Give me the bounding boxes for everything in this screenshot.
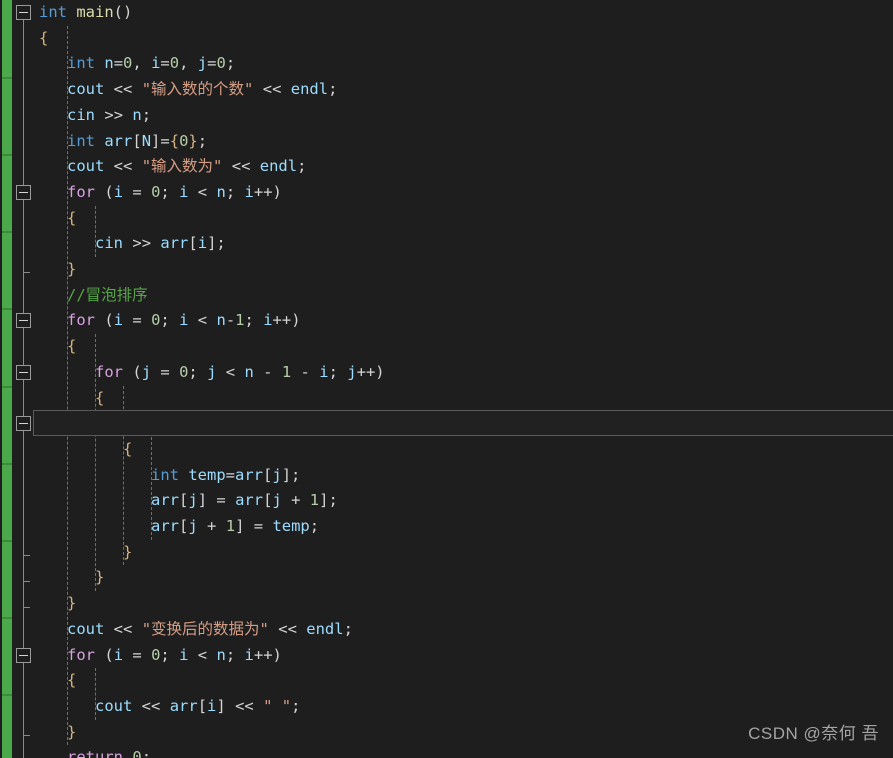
code-line-text: { [67, 337, 77, 356]
code-line-text: for (i = 0; i < n-1; i++) [67, 311, 301, 330]
code-line[interactable]: arr[j] = arr[j + 1]; [37, 488, 893, 514]
collapse-fold-for-input-icon[interactable] [16, 184, 31, 200]
change-bar-segment [2, 693, 12, 696]
code-line-text: { [67, 671, 77, 690]
code-line-text: cout << arr[i] << " "; [95, 696, 301, 715]
fold-region-end-tick [23, 580, 30, 582]
watermark: CSDN @奈何 吾 [748, 724, 879, 743]
code-line[interactable]: } [37, 565, 893, 591]
collapse-fold-for-outer-icon[interactable] [16, 313, 31, 329]
code-line[interactable]: } [37, 257, 893, 283]
code-line-text: { [67, 208, 77, 227]
collapse-fold-if-icon[interactable] [16, 416, 31, 432]
indent-guide [95, 334, 96, 592]
change-bar-segment [2, 308, 12, 311]
indent-guide [151, 436, 152, 540]
change-bar-segment [2, 231, 12, 234]
code-line-text: //冒泡排序 [67, 285, 148, 304]
code-line-text: for (i = 0; i < n; i++) [67, 182, 282, 201]
code-line-text: arr[j + 1] = temp; [151, 517, 320, 535]
indent-guide [95, 205, 96, 257]
code-line[interactable]: cout << "变换后的数据为" << endl; [37, 617, 893, 643]
code-line[interactable]: arr[j + 1] = temp; [37, 514, 893, 540]
code-line[interactable]: { [37, 386, 893, 412]
code-line[interactable]: cin >> arr[i]; [37, 231, 893, 257]
indent-guide [95, 668, 96, 720]
code-line-text: } [123, 542, 133, 561]
code-line-text: cout << "输入数的个数" << endl; [67, 80, 338, 99]
code-line-text: cout << "输入数为" << endl; [67, 157, 307, 176]
code-editor[interactable]: int main() { int n=0, i=0, j=0; cout << "输入… [0, 0, 893, 758]
fold-region-end-tick [23, 606, 30, 608]
code-line[interactable]: { [37, 206, 893, 232]
change-bar [2, 0, 12, 758]
code-line-text: cin >> n; [67, 105, 152, 124]
code-line[interactable]: { [37, 334, 893, 360]
fold-region-end-tick [23, 272, 30, 274]
code-line-text: int n=0, i=0, j=0; [67, 54, 236, 73]
code-line[interactable]: } [37, 591, 893, 617]
change-bar-segment [2, 539, 12, 542]
code-line-text: { [95, 388, 105, 407]
code-surface[interactable]: int main() { int n=0, i=0, j=0; cout << "输入… [37, 0, 893, 758]
code-line-text: } [95, 568, 105, 587]
change-bar-segment [2, 462, 12, 465]
collapse-fold-for-print-icon[interactable] [16, 647, 31, 663]
change-bar-segment [2, 154, 12, 157]
code-line[interactable]: cout << "输入数为" << endl; [37, 154, 893, 180]
code-line-text: int main() [39, 3, 133, 21]
code-line-text: arr[j] = arr[j + 1]; [151, 491, 338, 510]
change-bar-segment [2, 385, 12, 388]
fold-region-line [23, 195, 24, 273]
code-line[interactable]: int arr[N]={0}; [37, 129, 893, 155]
code-line[interactable]: int temp=arr[j]; [37, 463, 893, 489]
fold-region-end-tick [23, 555, 30, 557]
code-line-text: } [67, 722, 77, 741]
code-line[interactable]: for (j = 0; j < n - 1 - i; j++) [37, 360, 893, 386]
code-line[interactable]: cin >> n; [37, 103, 893, 129]
code-line[interactable]: { [37, 668, 893, 694]
code-line-text: return 0; [67, 748, 152, 758]
code-line[interactable]: cout << arr[i] << " "; [37, 694, 893, 720]
code-line-text: for (i = 0; i < n; i++) [67, 645, 282, 664]
indent-guide [123, 385, 124, 566]
fold-region-line [23, 427, 24, 556]
collapse-fold-main-icon[interactable] [16, 5, 31, 20]
code-line[interactable]: { [37, 437, 893, 463]
code-line[interactable]: int main() [37, 0, 893, 26]
code-line[interactable]: for (i = 0; i < n; i++) [37, 180, 893, 206]
code-line-text: if (arr[j] < arr[j + 1]) [123, 414, 348, 433]
fold-region-end-tick [23, 735, 30, 737]
indent-guide [67, 25, 68, 746]
fold-margin[interactable] [13, 0, 37, 758]
code-line[interactable]: { [37, 26, 893, 52]
code-line-text: int temp=arr[j]; [151, 465, 301, 484]
code-line[interactable]: //冒泡排序 [37, 283, 893, 309]
fold-region-line [23, 658, 24, 736]
code-line[interactable]: int n=0, i=0, j=0; [37, 51, 893, 77]
code-line-text: { [39, 28, 49, 47]
code-line[interactable]: for (i = 0; i < n; i++) [37, 643, 893, 669]
code-line[interactable]: if (arr[j] < arr[j + 1]) [37, 411, 893, 437]
change-bar-segment [2, 77, 12, 80]
code-line-text: int arr[N]={0}; [67, 131, 208, 150]
code-line-text: cin >> arr[i]; [95, 234, 226, 253]
code-line-text: { [123, 439, 133, 458]
change-bar-segment [2, 616, 12, 619]
code-line[interactable]: for (i = 0; i < n-1; i++) [37, 308, 893, 334]
code-line[interactable]: cout << "输入数的个数" << endl; [37, 77, 893, 103]
code-line[interactable]: } [37, 540, 893, 566]
code-line-text: } [67, 260, 77, 278]
code-line-text: cout << "变换后的数据为" << endl; [67, 619, 353, 638]
code-line-text: } [67, 594, 77, 613]
collapse-fold-for-inner-icon[interactable] [16, 364, 31, 380]
code-line-text: for (j = 0; j < n - 1 - i; j++) [95, 362, 385, 381]
code-line[interactable]: return 0; [37, 745, 893, 758]
